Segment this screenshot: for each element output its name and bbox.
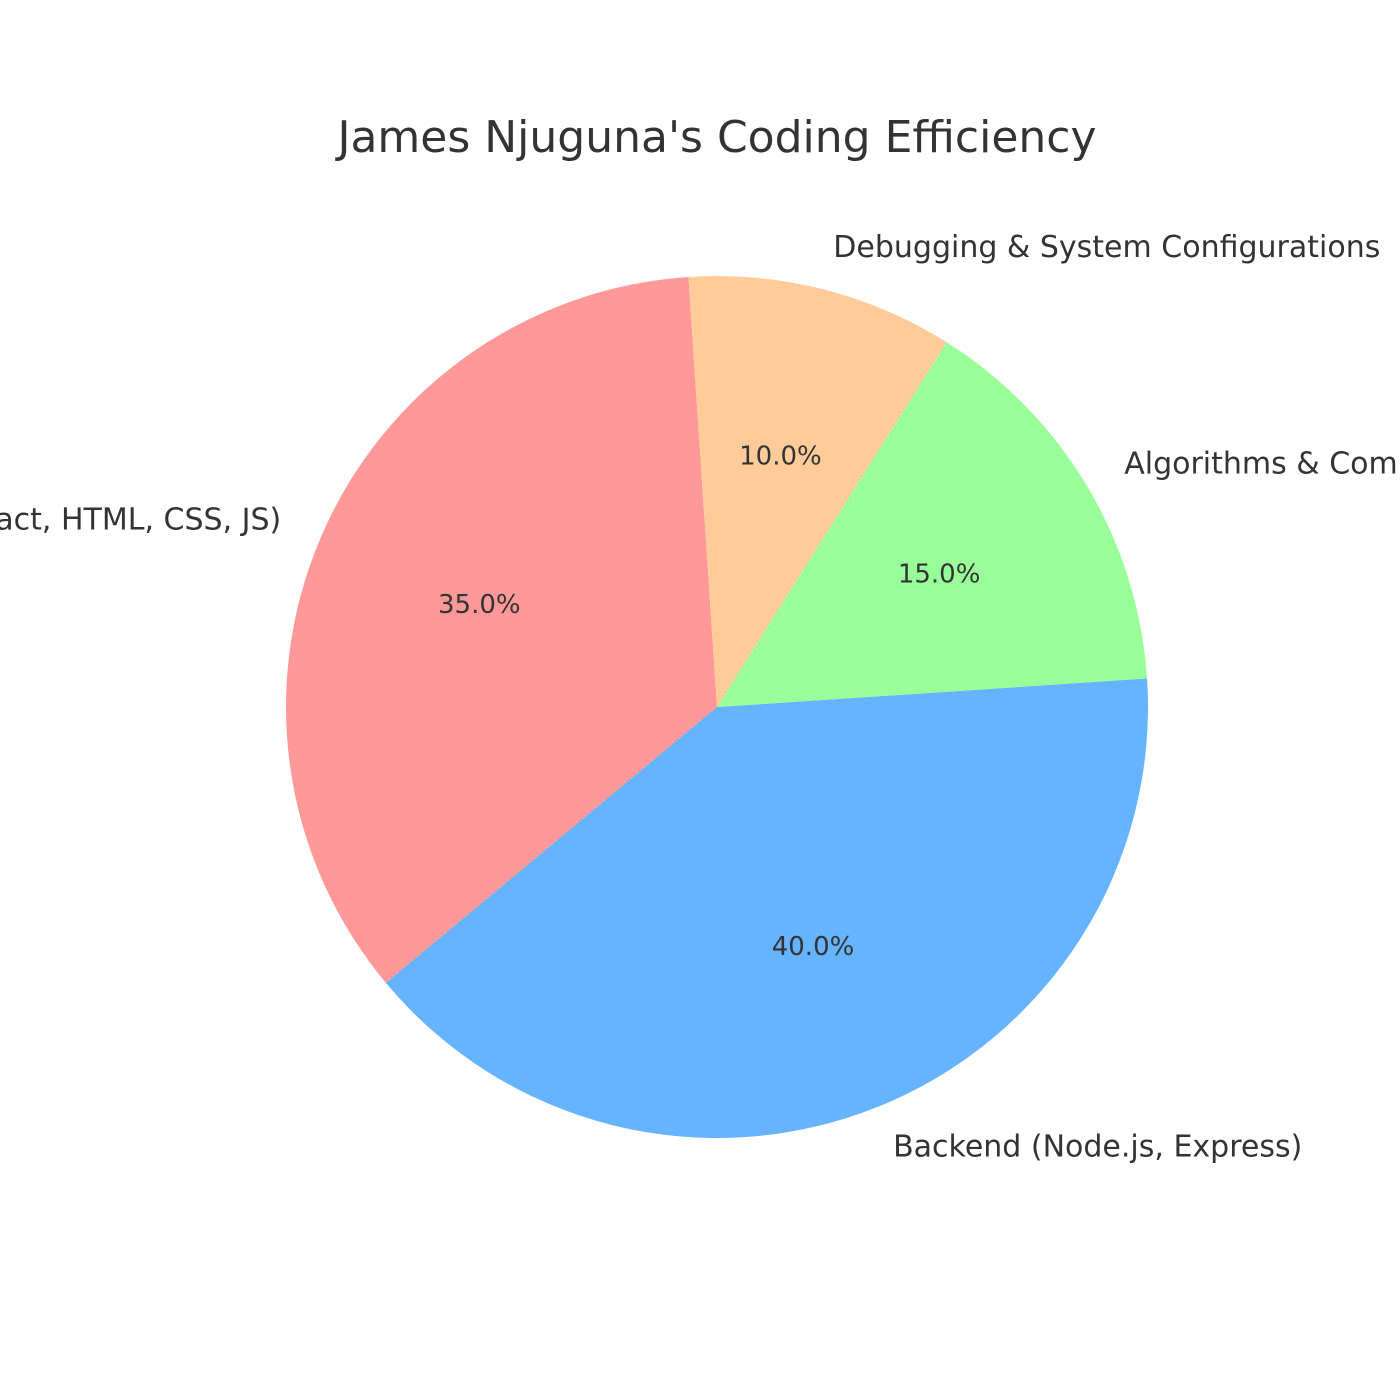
- percent-label-3: 10.0%: [739, 441, 822, 471]
- slice-label-2: Algorithms & Computation: [1124, 447, 1400, 482]
- slice-label-0: Frontend (React, HTML, CSS, JS): [0, 503, 281, 538]
- slice-label-1: Backend (Node.js, Express): [893, 1130, 1302, 1165]
- percent-label-0: 35.0%: [438, 590, 521, 620]
- chart-title: James Njuguna's Coding Efficiency: [334, 112, 1096, 163]
- percent-label-1: 40.0%: [772, 932, 855, 962]
- slice-label-3: Debugging & System Configurations: [833, 230, 1380, 265]
- pie-slices: [286, 276, 1148, 1138]
- pie-chart: James Njuguna's Coding Efficiency 35.0% 4…: [0, 112, 1400, 1165]
- percent-label-2: 15.0%: [898, 560, 981, 590]
